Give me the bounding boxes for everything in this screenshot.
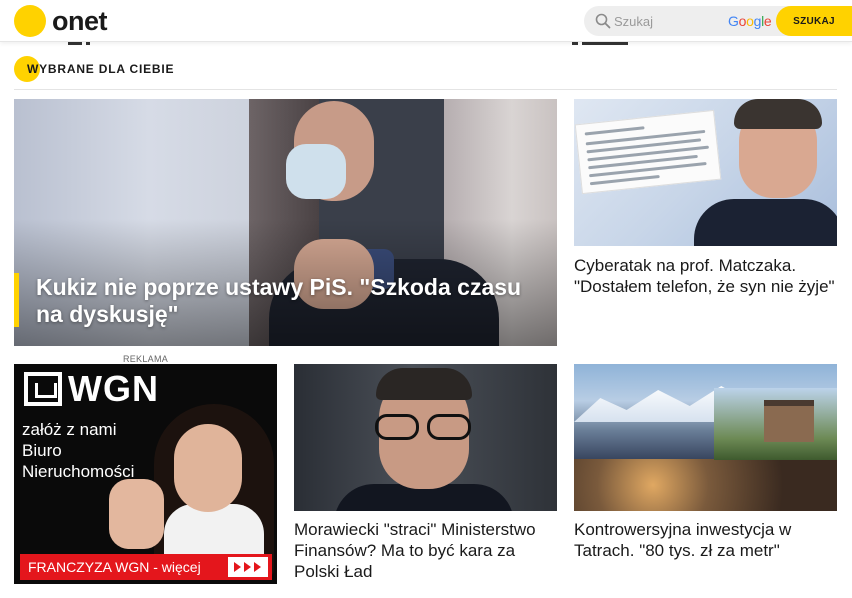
hero-title[interactable]: Kukiz nie poprze ustawy PiS. "Szkoda cza… bbox=[36, 274, 536, 328]
hero-accent-bar bbox=[14, 273, 19, 327]
ad-line: załóż z nami bbox=[22, 420, 117, 439]
onet-logo[interactable]: onet bbox=[14, 5, 108, 37]
logo-dot-icon bbox=[14, 5, 46, 37]
cropped-previous-row bbox=[0, 42, 852, 46]
arrows-icon bbox=[228, 557, 268, 577]
article-image[interactable] bbox=[294, 364, 557, 511]
ad-line: Biuro bbox=[22, 441, 62, 460]
wgn-advertisement[interactable]: WGN załóż z nami Biuro Nieruchomości FRA… bbox=[14, 364, 277, 584]
article-title[interactable]: Morawiecki "straci" Ministerstwo Finansó… bbox=[294, 519, 564, 582]
ad-cta-label: FRANCZYZA WGN - więcej bbox=[28, 559, 201, 575]
hero-article[interactable]: Kukiz nie poprze ustawy PiS. "Szkoda cza… bbox=[14, 99, 557, 346]
thumbs-up-icon bbox=[109, 479, 164, 549]
search-button[interactable]: SZUKAJ bbox=[776, 6, 852, 36]
google-logo: Google bbox=[728, 13, 772, 29]
ad-cta-button[interactable]: FRANCZYZA WGN - więcej bbox=[20, 554, 272, 580]
building-render bbox=[714, 388, 837, 460]
search-icon bbox=[595, 13, 611, 29]
article-image[interactable] bbox=[574, 99, 837, 246]
search-input[interactable] bbox=[614, 6, 724, 36]
ad-brand: WGN bbox=[68, 368, 159, 409]
top-header: onet Google SZUKAJ bbox=[0, 0, 852, 42]
search-bar: Google SZUKAJ bbox=[584, 6, 852, 36]
ad-label: REKLAMA bbox=[122, 354, 169, 364]
section-divider bbox=[14, 89, 837, 90]
logo-text: onet bbox=[52, 5, 108, 36]
ad-line: Nieruchomości bbox=[22, 462, 135, 481]
article-title[interactable]: Kontrowersyjna inwestycja w Tatrach. "80… bbox=[574, 519, 844, 561]
article-title[interactable]: Cyberatak na prof. Matczaka. "Dostałem t… bbox=[574, 255, 844, 297]
wgn-logo-icon bbox=[24, 372, 62, 406]
article-image[interactable] bbox=[574, 364, 837, 511]
section-title: WYBRANE DLA CIEBIE bbox=[27, 62, 175, 76]
tweet-screenshot bbox=[574, 109, 722, 195]
section-header: WYBRANE DLA CIEBIE bbox=[14, 56, 174, 82]
